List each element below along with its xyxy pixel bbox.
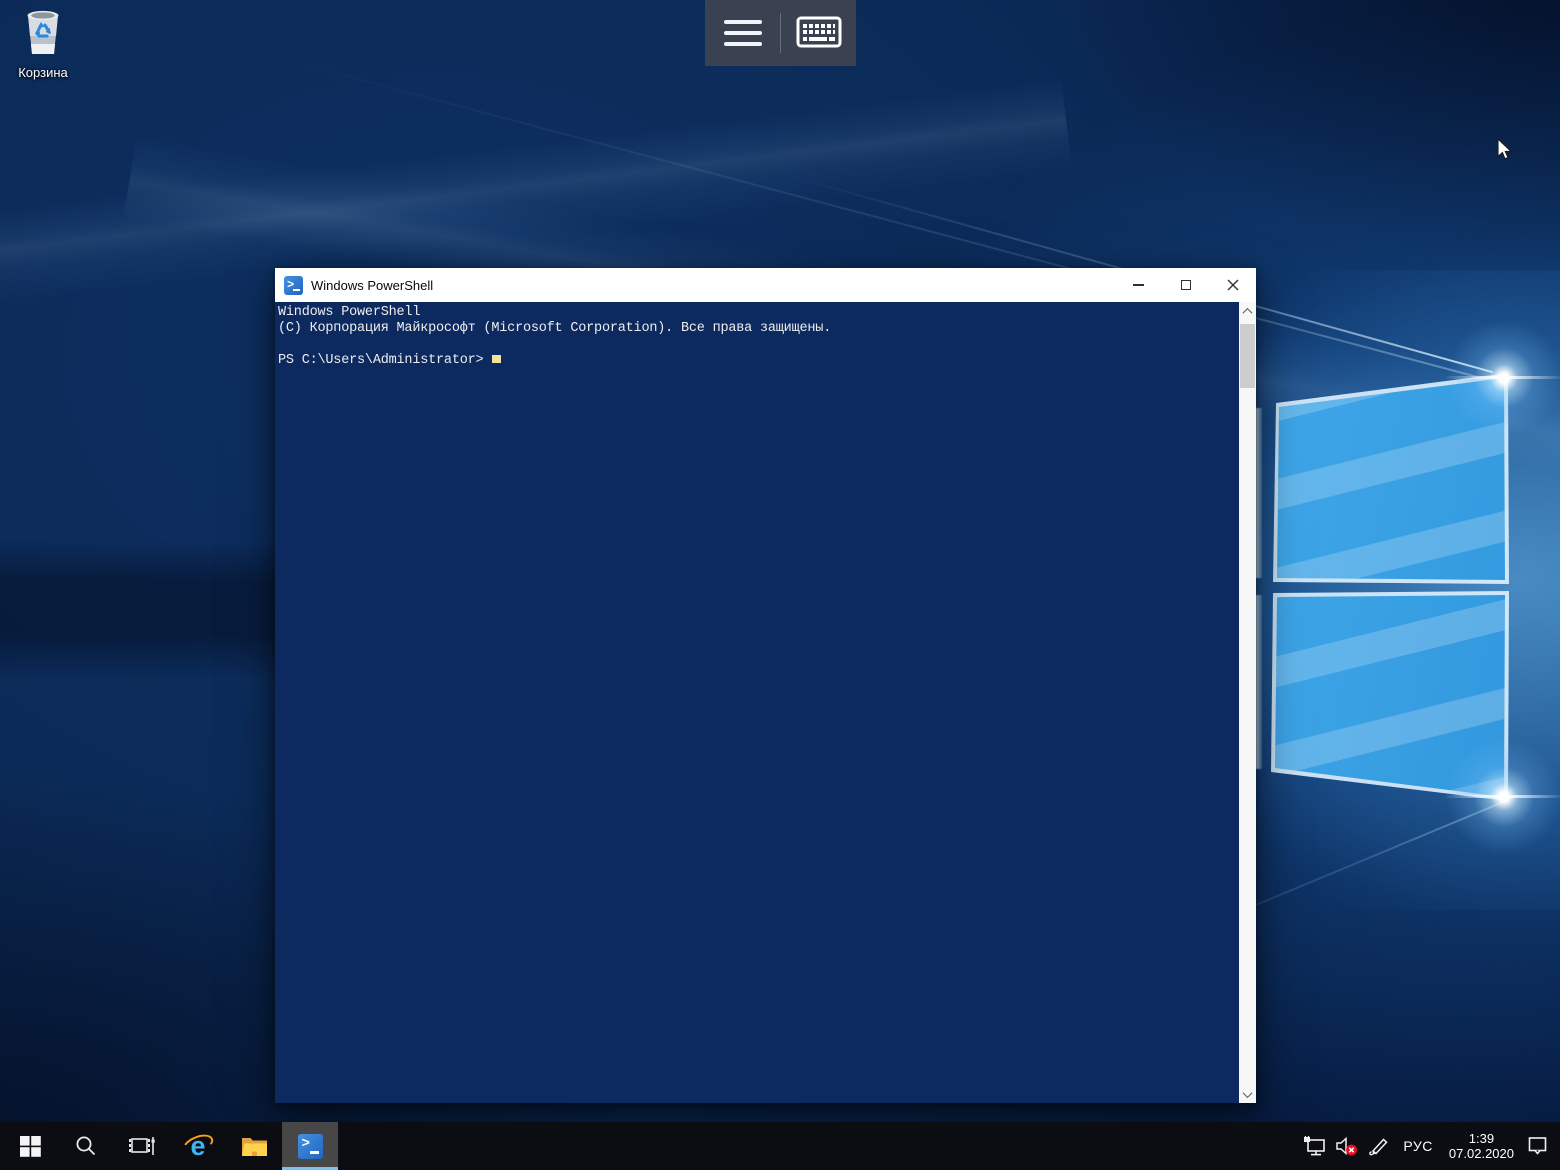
close-button[interactable] [1209,268,1256,302]
taskbar-clock[interactable]: 1:39 07.02.2020 [1443,1126,1520,1166]
pen-icon [1368,1136,1390,1156]
console-output[interactable]: Windows PowerShell (C) Корпорация Майкро… [275,302,1256,1103]
console-prompt-line: PS C:\Users\Administrator> [278,353,1236,369]
maximize-button[interactable] [1162,268,1209,302]
system-tray: РУС 1:39 07.02.2020 [1301,1122,1560,1170]
taskbar: e > [0,1122,1560,1170]
volume-tray-button[interactable] [1333,1126,1361,1166]
screen: Корзина [0,0,1560,1170]
window-title: Windows PowerShell [311,278,433,293]
powershell-taskbar-button[interactable]: > [282,1122,338,1170]
hamburger-menu-icon [724,20,762,46]
scroll-up-button[interactable] [1239,302,1256,320]
vm-console-toolbar [705,0,856,66]
keyboard-icon [796,16,842,51]
wallpaper-shade [0,540,276,680]
lens-flare [1444,318,1560,438]
recycle-bin-label: Корзина [6,65,80,80]
internet-explorer-icon: e [183,1131,213,1161]
action-center-button[interactable] [1524,1126,1552,1166]
minimize-icon [1133,284,1144,286]
terminal-cursor [492,355,501,363]
recycle-bin-icon [20,45,66,62]
windows-logo-edge [1256,595,1262,769]
start-button[interactable] [2,1122,58,1170]
console-line [278,337,1236,353]
recycle-bin[interactable]: Корзина [6,6,80,80]
windows-start-icon [20,1136,41,1157]
language-indicator[interactable]: РУС [1397,1126,1439,1166]
chevron-down-icon [1243,1088,1253,1098]
task-view-icon [129,1135,155,1157]
close-icon [1227,279,1239,291]
pen-tray-button[interactable] [1365,1126,1393,1166]
minimize-button[interactable] [1115,268,1162,302]
window-controls [1115,268,1256,302]
task-view-button[interactable] [114,1122,170,1170]
console-line: Windows PowerShell [278,305,1236,321]
internet-explorer-button[interactable]: e [170,1122,226,1170]
powershell-icon: > [284,276,303,295]
mouse-pointer [1496,138,1514,162]
clock-time: 1:39 [1469,1131,1494,1146]
desktop[interactable]: Корзина [0,0,1560,1122]
window-titlebar[interactable]: > Windows PowerShell [275,268,1256,302]
scrollbar-thumb[interactable] [1240,324,1255,388]
console-line: (C) Корпорация Майкрософт (Microsoft Cor… [278,321,1236,337]
chevron-up-icon [1243,307,1253,317]
file-explorer-icon [241,1135,268,1157]
menu-button[interactable] [705,0,780,66]
search-icon [75,1135,97,1157]
lens-flare [1444,737,1560,857]
console-scrollbar[interactable] [1239,302,1256,1103]
network-tray-button[interactable] [1301,1126,1329,1166]
windows-logo-edge [1256,408,1262,578]
network-icon [1303,1136,1327,1156]
clock-date: 07.02.2020 [1449,1146,1514,1161]
prompt-text: PS C:\Users\Administrator> [278,353,483,368]
maximize-icon [1181,280,1191,290]
keyboard-button[interactable] [781,0,856,66]
action-center-icon [1527,1136,1549,1156]
powershell-icon: > [298,1134,323,1159]
search-button[interactable] [58,1122,114,1170]
scroll-down-button[interactable] [1239,1085,1256,1103]
powershell-window: > Windows PowerShell [275,268,1256,1103]
file-explorer-button[interactable] [226,1122,282,1170]
volume-muted-icon [1335,1136,1359,1156]
